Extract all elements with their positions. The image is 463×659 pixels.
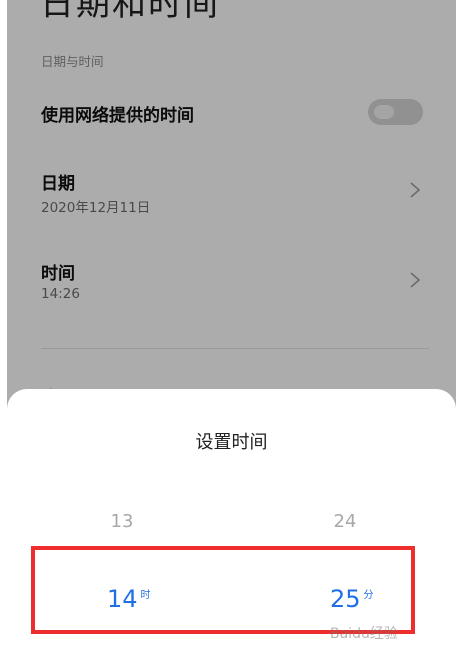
annotation-highlight-box (31, 546, 415, 634)
hour-option-above[interactable]: 13 (107, 511, 137, 532)
minute-option-above[interactable]: 24 (330, 511, 360, 532)
watermark: Baidu经验 (330, 626, 398, 642)
sheet-title: 设置时间 (195, 432, 268, 453)
